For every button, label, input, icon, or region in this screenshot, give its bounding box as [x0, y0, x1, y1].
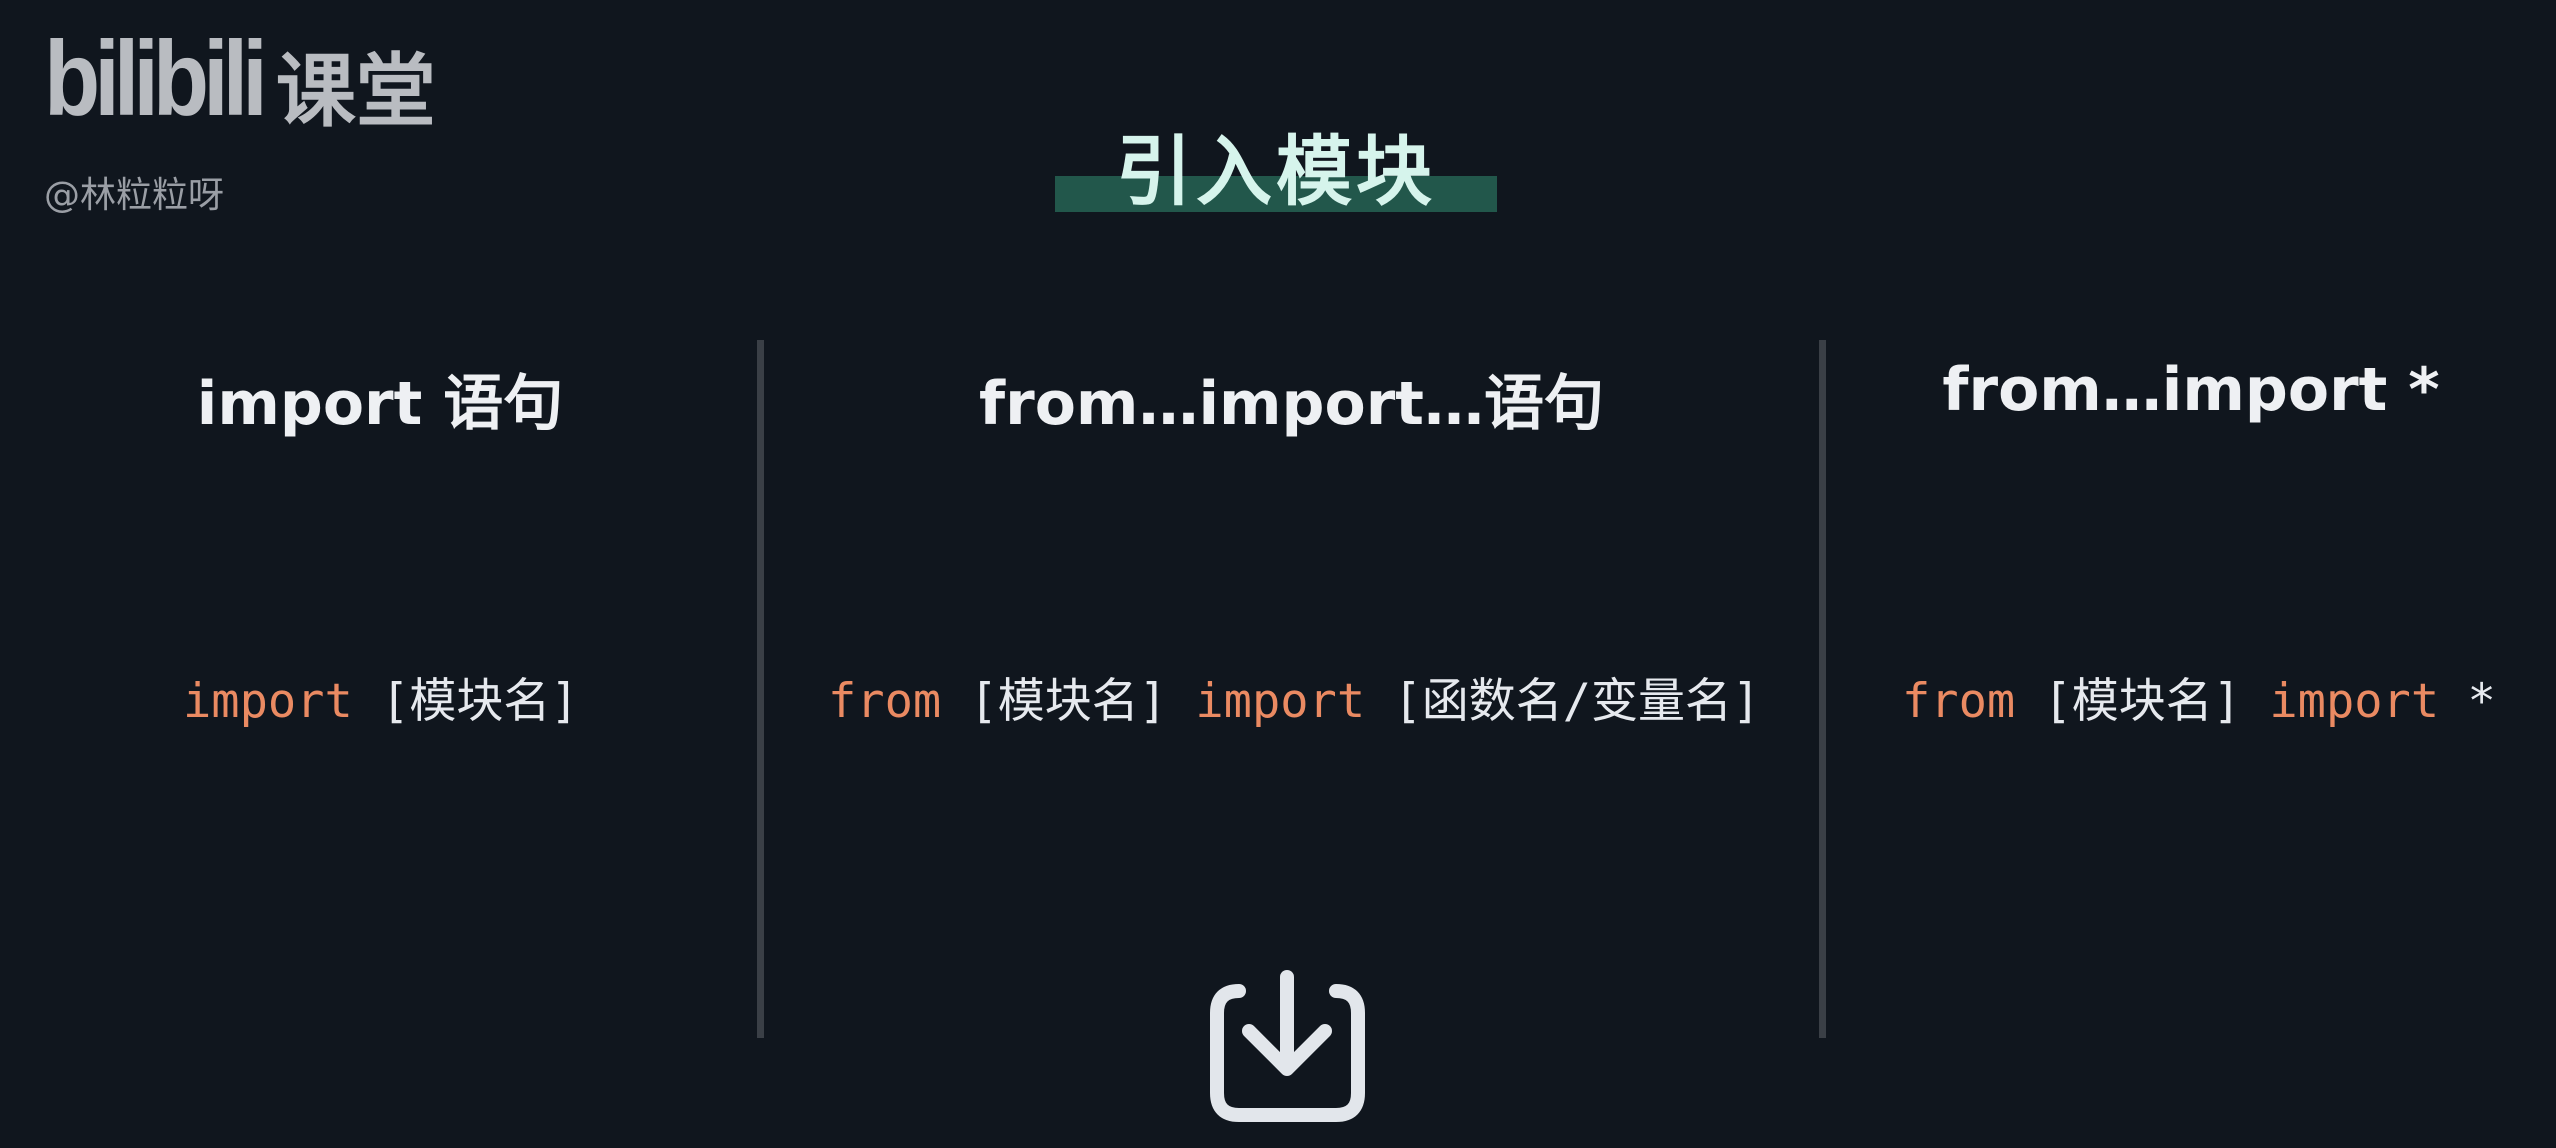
column-heading-import: import 语句 [0, 355, 760, 442]
logo-suffix: 课堂 [275, 45, 436, 138]
slide-title: 引入模块 [1055, 110, 1497, 216]
code-keyword: from [1902, 674, 2016, 729]
title-text: 引入模块 [1116, 127, 1436, 216]
code-text: [函数名/变量名] [1365, 674, 1761, 729]
code-keyword: import [2269, 674, 2440, 729]
code-from-import-star: from [模块名] import * [1902, 662, 2496, 731]
column-divider [1819, 340, 1826, 1038]
code-from-import: from [模块名] import [函数名/变量名] [828, 662, 1760, 731]
column-heading-from-import: from…import…语句 [764, 355, 1819, 442]
download-tray-icon [1210, 970, 1365, 1122]
bilibili-logo: bilibili 课堂 [44, 26, 436, 138]
heading: import 语句 [196, 369, 564, 439]
code-text: [模块名] [352, 674, 579, 729]
logo-bilibili: bilibili [44, 20, 268, 138]
heading: from…import…语句 [979, 369, 1604, 439]
code-text: * [2439, 674, 2496, 729]
code-import: import [模块名] [183, 662, 579, 731]
code-keyword: import [183, 674, 353, 729]
heading: from…import * [1942, 355, 2440, 425]
code-text: [模块名] [2015, 674, 2270, 729]
code-keyword: import [1195, 674, 1366, 729]
author-watermark: @林粒粒呀 [44, 175, 225, 216]
code-text: [模块名] [941, 674, 1196, 729]
column-heading-from-import-star: from…import * [1826, 355, 2556, 425]
column-divider [757, 340, 764, 1038]
code-keyword: from [828, 674, 942, 729]
